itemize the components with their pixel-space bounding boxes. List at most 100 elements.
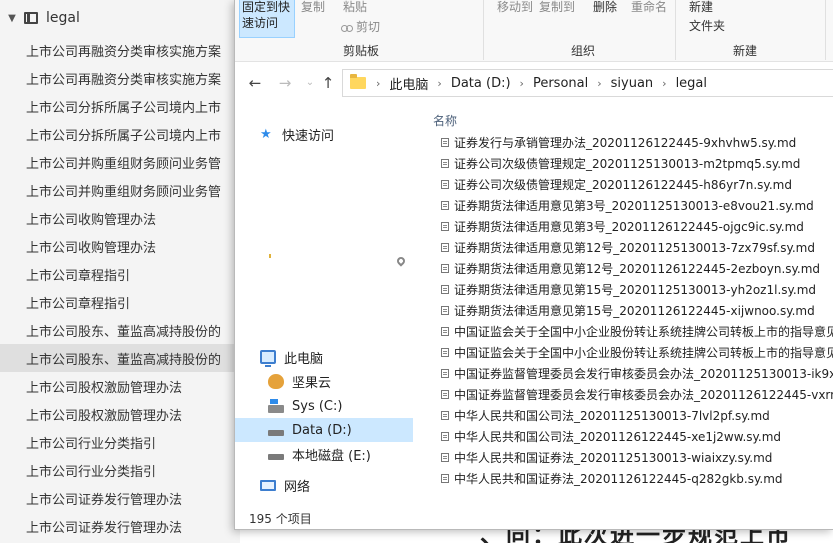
file-row[interactable]: 证券期货法律适用意见第3号_20201126122445-ojgc9ic.sy.… [425, 216, 833, 237]
file-tree-item[interactable]: 上市公司分拆所属子公司境内上市 [0, 92, 240, 120]
file-tree-item[interactable]: 上市公司证券发行管理办法 [0, 512, 240, 540]
breadcrumb-chevron-icon[interactable]: › [662, 77, 666, 90]
forward-arrow-icon[interactable]: → [276, 74, 294, 92]
ribbon-divider [825, 0, 826, 60]
breadcrumb-this-pc[interactable]: 此电脑 [389, 74, 428, 93]
file-row[interactable]: 证券公司次级债管理规定_20201126122445-h86yr7n.sy.md [425, 174, 833, 195]
document-icon [441, 453, 449, 462]
recent-locations-chevron-icon[interactable]: ⌄ [301, 74, 319, 92]
file-row[interactable]: 中华人民共和国证券法_20201126122445-q282gkb.sy.md [425, 468, 833, 489]
file-tree-item[interactable]: 上市公司并购重组财务顾问业务管 [0, 176, 240, 204]
copy-button[interactable]: 复制 [301, 0, 325, 15]
clipboard-group-label: 剪贴板 [343, 44, 380, 58]
file-row[interactable]: 证券公司次级债管理规定_20201125130013-m2tpmq5.sy.md [425, 153, 833, 174]
new-folder-label-line1: 新建 [689, 0, 714, 14]
document-icon [441, 222, 449, 231]
file-name: 证券发行与承销管理办法_20201126122445-9xhvhw5.sy.md [454, 136, 797, 150]
item-count: 195 个项目 [249, 511, 312, 526]
file-row[interactable]: 中国证券监督管理委员会发行审核委员会办法_20201125130013-ik9x… [425, 363, 833, 384]
file-name: 证券期货法律适用意见第12号_20201126122445-2ezboyn.sy… [454, 262, 821, 276]
breadcrumb-chevron-icon[interactable]: › [376, 77, 380, 90]
file-tree-item[interactable]: 上市公司股东、董监高减持股份的 [0, 316, 240, 344]
file-tree-item[interactable]: 上市公司再融资分类审核实施方案 [0, 64, 240, 92]
breadcrumb-legal[interactable]: legal [676, 76, 707, 91]
file-row[interactable]: 证券发行与承销管理办法_20201126122445-9xhvhw5.sy.md [425, 132, 833, 153]
file-row[interactable]: 证券期货法律适用意见第12号_20201126122445-2ezboyn.sy… [425, 258, 833, 279]
nav-quick-access[interactable]: ★ 快速访问 [235, 122, 413, 146]
file-name: 证券期货法律适用意见第3号_20201125130013-e8vou21.sy.… [454, 199, 814, 213]
breadcrumb-siyuan[interactable]: siyuan [611, 76, 654, 91]
nav-this-pc[interactable]: 此电脑 [235, 345, 413, 369]
file-tree-item[interactable]: 上市公司再融资分类审核实施方案 [0, 36, 240, 64]
breadcrumb-data-d[interactable]: Data (D:) [451, 76, 511, 91]
breadcrumb-chevron-icon[interactable]: › [597, 77, 601, 90]
up-arrow-icon[interactable]: ↑ [319, 74, 337, 92]
nav-label: Data (D:) [292, 422, 352, 438]
file-list: 名称 证券发行与承销管理办法_20201126122445-9xhvhw5.sy… [425, 104, 833, 504]
pin-to-quick-access-button[interactable]: 固定到快速访问 [239, 0, 295, 38]
file-row[interactable]: 中国证监会关于全国中小企业股份转让系统挂牌公司转板上市的指导意见 [425, 321, 833, 342]
nav-jianguoyun[interactable]: 坚果云 [235, 369, 413, 393]
file-tree-item[interactable]: 上市公司股东、董监高减持股份的 [0, 344, 240, 372]
nav-label: Sys (C:) [292, 398, 343, 414]
document-icon [441, 369, 449, 378]
file-tree-item[interactable]: 上市公司章程指引 [0, 288, 240, 316]
ribbon-divider [483, 0, 484, 60]
file-tree-item[interactable]: 上市公司证券发行管理办法 [0, 484, 240, 512]
file-row[interactable]: 中国证券监督管理委员会发行审核委员会办法_20201126122445-vxrn… [425, 384, 833, 405]
breadcrumb-chevron-icon[interactable]: › [437, 77, 441, 90]
breadcrumb-chevron-icon[interactable]: › [520, 77, 524, 90]
document-icon [441, 159, 449, 168]
folder-node-legal[interactable]: ▼ legal [6, 7, 80, 29]
file-tree-item[interactable]: 上市公司分拆所属子公司境内上市 [0, 120, 240, 148]
file-name: 中国证监会关于全国中小企业股份转让系统挂牌公司转板上市的指导意见 [454, 325, 833, 339]
file-row[interactable]: 证券期货法律适用意见第3号_20201125130013-e8vou21.sy.… [425, 195, 833, 216]
file-tree-item[interactable]: 上市公司行业分类指引 [0, 428, 240, 456]
chevron-down-icon[interactable]: ▼ [6, 13, 18, 24]
file-row[interactable]: 证券期货法律适用意见第15号_20201125130013-yh2oz1l.sy… [425, 279, 833, 300]
copy-to-button[interactable]: 复制到 [539, 0, 575, 15]
nav-sys-c[interactable]: Sys (C:) [235, 394, 413, 418]
delete-button[interactable]: 删除 [593, 0, 617, 15]
rename-button[interactable]: 重命名 [631, 0, 667, 15]
paste-button[interactable]: 粘贴 [343, 0, 367, 15]
file-tree-item[interactable]: 上市公司并购重组财务顾问业务管 [0, 148, 240, 176]
network-icon [260, 479, 276, 491]
file-row[interactable]: 中华人民共和国证券法_20201125130013-wiaixzy.sy.md [425, 447, 833, 468]
background-file-list: 上市公司再融资分类审核实施方案 上市公司再融资分类审核实施方案 上市公司分拆所属子公… [0, 36, 240, 540]
file-tree-item[interactable]: 上市公司股权激励管理办法 [0, 372, 240, 400]
document-icon [441, 348, 449, 357]
desktop: ▼ legal 上市公司再融资分类审核实施方案 上市公司再融资分类审核实施方案 上市… [0, 0, 833, 543]
file-row[interactable]: 中华人民共和国公司法_20201126122445-xe1j2ww.sy.md [425, 426, 833, 447]
star-icon: ★ [260, 126, 272, 142]
file-name: 中华人民共和国证券法_20201126122445-q282gkb.sy.md [454, 472, 783, 486]
new-folder-button[interactable]: 新建 文件夹 [689, 0, 725, 34]
pinned-folder-glyph [269, 254, 271, 258]
organize-group-label: 组织 [571, 44, 596, 58]
document-icon [441, 138, 449, 147]
file-tree-item[interactable]: 上市公司章程指引 [0, 260, 240, 288]
scissors-icon [341, 20, 353, 32]
column-header-name[interactable]: 名称 [433, 112, 457, 129]
file-name: 证券期货法律适用意见第15号_20201125130013-yh2oz1l.sy… [454, 283, 817, 297]
back-arrow-icon[interactable]: ← [246, 74, 264, 92]
nav-local-e[interactable]: 本地磁盘 (E:) [235, 442, 413, 466]
breadcrumb-personal[interactable]: Personal [533, 76, 588, 91]
file-tree-item[interactable]: 上市公司股权激励管理办法 [0, 400, 240, 428]
file-name: 中国证券监督管理委员会发行审核委员会办法_20201125130013-ik9x… [454, 367, 833, 381]
cut-button[interactable]: 剪切 [341, 18, 380, 35]
nav-network[interactable]: 网络 [235, 473, 413, 497]
nav-data-d[interactable]: Data (D:) [235, 418, 413, 442]
file-row[interactable]: 中国证监会关于全国中小企业股份转让系统挂牌公司转板上市的指导意见 [425, 342, 833, 363]
file-row[interactable]: 中华人民共和国公司法_20201125130013-7lvl2pf.sy.md [425, 405, 833, 426]
file-tree-item[interactable]: 上市公司收购管理办法 [0, 204, 240, 232]
file-row[interactable]: 证券期货法律适用意见第12号_20201125130013-7zx79sf.sy… [425, 237, 833, 258]
move-to-button[interactable]: 移动到 [497, 0, 533, 15]
address-bar[interactable]: › 此电脑 › Data (D:) › Personal › siyuan › … [342, 69, 833, 97]
file-row[interactable]: 证券期货法律适用意见第15号_20201126122445-xijwnoo.sy… [425, 300, 833, 321]
file-tree-item[interactable]: 上市公司行业分类指引 [0, 456, 240, 484]
document-icon [441, 180, 449, 189]
document-icon [441, 327, 449, 336]
file-name: 证券期货法律适用意见第3号_20201126122445-ojgc9ic.sy.… [454, 220, 804, 234]
file-tree-item[interactable]: 上市公司收购管理办法 [0, 232, 240, 260]
